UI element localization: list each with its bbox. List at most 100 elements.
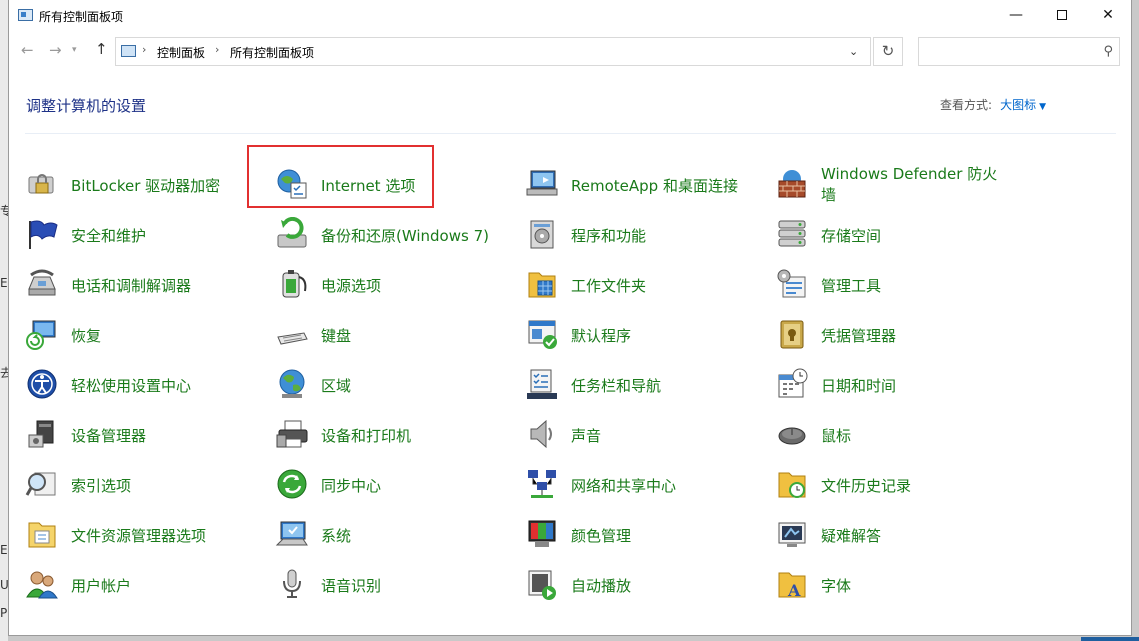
item-label: 凭据管理器: [821, 327, 897, 345]
item-region[interactable]: 区域: [275, 363, 520, 407]
item-backup-restore[interactable]: 备份和还原(Windows 7): [275, 213, 520, 257]
file-history-icon: [778, 472, 806, 498]
item-admin-tools[interactable]: 管理工具: [775, 263, 1020, 307]
indexing-icon: [25, 472, 56, 496]
credential-icon: [780, 320, 804, 349]
item-default-programs[interactable]: 默认程序: [525, 313, 770, 357]
item-sync-center[interactable]: 同步中心: [275, 463, 520, 507]
item-sound[interactable]: 声音: [525, 413, 770, 457]
item-system[interactable]: 系统: [275, 513, 520, 557]
forward-button[interactable]: →: [49, 41, 62, 59]
item-mouse[interactable]: 鼠标: [775, 413, 1020, 457]
item-color-management[interactable]: 颜色管理: [525, 513, 770, 557]
item-keyboard[interactable]: 键盘: [275, 313, 520, 357]
control-panel-window: 所有控制面板项 — ✕ ← → ▾ ↑ › 控制面板 › 所有控制面板项 ⌄ ↻…: [8, 0, 1132, 636]
backup-icon: [277, 217, 307, 248]
item-label: 声音: [571, 427, 602, 445]
item-user-accounts[interactable]: 用户帐户: [25, 563, 270, 607]
address-dropdown-button[interactable]: ⌄: [849, 45, 858, 58]
breadcrumb-separator[interactable]: ›: [142, 43, 146, 56]
speech-icon: [283, 569, 301, 598]
item-label: 自动播放: [571, 577, 632, 595]
background-fragment: E: [0, 543, 8, 557]
programs-icon: [530, 220, 554, 249]
item-label: 管理工具: [821, 277, 882, 295]
color-management-icon: [528, 520, 556, 547]
remoteapp-icon: [526, 170, 558, 196]
item-recovery[interactable]: 恢复: [25, 313, 270, 357]
explorer-options-icon: [28, 522, 56, 548]
title-bar[interactable]: 所有控制面板项 — ✕: [9, 0, 1131, 31]
item-label: 设备和打印机: [321, 427, 412, 445]
view-mode-selector[interactable]: 查看方式: 大图标 ▼: [940, 96, 1046, 113]
item-credential-manager[interactable]: 凭据管理器: [775, 313, 1020, 357]
item-date-time[interactable]: 日期和时间: [775, 363, 1020, 407]
item-autoplay[interactable]: 自动播放: [525, 563, 770, 607]
view-mode-value[interactable]: 大图标: [1000, 98, 1036, 112]
recovery-icon: [26, 320, 56, 350]
up-button[interactable]: ↑: [95, 40, 108, 58]
item-power-options[interactable]: 电源选项: [275, 263, 520, 307]
taskbar-fragment: [1081, 637, 1139, 641]
item-label: 恢复: [71, 327, 102, 345]
refresh-button[interactable]: ↻: [873, 37, 903, 66]
item-storage-spaces[interactable]: 存储空间: [775, 213, 1020, 257]
item-label: 存储空间: [821, 227, 882, 245]
item-file-history[interactable]: 文件历史记录: [775, 463, 1020, 507]
window-title: 所有控制面板项: [39, 10, 124, 24]
autoplay-icon: [528, 570, 556, 600]
item-troubleshooting[interactable]: 疑难解答: [775, 513, 1020, 557]
search-icon: ⚲: [1103, 44, 1113, 59]
back-button[interactable]: ←: [21, 41, 34, 59]
address-bar[interactable]: › 控制面板 › 所有控制面板项 ⌄: [115, 37, 871, 66]
item-remoteapp[interactable]: RemoteApp 和桌面连接: [525, 163, 770, 207]
date-time-icon: [778, 368, 808, 398]
item-ease-of-access[interactable]: 轻松使用设置中心: [25, 363, 270, 407]
background-fragment: E: [0, 276, 8, 290]
search-input[interactable]: ⚲: [918, 37, 1120, 66]
sound-icon: [530, 419, 552, 449]
recent-locations-button[interactable]: ▾: [72, 45, 77, 55]
item-device-manager[interactable]: 设备管理器: [25, 413, 270, 457]
item-speech-recognition[interactable]: 语音识别: [275, 563, 520, 607]
item-label: 颜色管理: [571, 527, 632, 545]
item-phone-modem[interactable]: 电话和调制解调器: [25, 263, 270, 307]
item-devices-printers[interactable]: 设备和打印机: [275, 413, 520, 457]
network-icon: [528, 470, 556, 498]
fonts-icon: A: [778, 572, 806, 600]
item-bitlocker[interactable]: BitLocker 驱动器加密: [25, 163, 270, 207]
firewall-icon: [778, 170, 806, 198]
item-label: 设备管理器: [71, 427, 147, 445]
bitlocker-icon: [28, 174, 54, 194]
close-button[interactable]: ✕: [1085, 0, 1131, 31]
item-label: Windows Defender 防火墙: [821, 165, 998, 204]
item-network-sharing[interactable]: 网络和共享中心: [525, 463, 770, 507]
header-divider: [25, 133, 1116, 134]
item-label: 用户帐户: [71, 577, 132, 595]
breadcrumb-separator[interactable]: ›: [215, 43, 219, 56]
item-programs-features[interactable]: 程序和功能: [525, 213, 770, 257]
item-explorer-options[interactable]: 文件资源管理器选项: [25, 513, 270, 557]
page-title: 调整计算机的设置: [26, 97, 147, 115]
item-indexing-options[interactable]: 索引选项: [25, 463, 270, 507]
item-label: 语音识别: [321, 577, 382, 595]
item-firewall[interactable]: Windows Defender 防火墙: [775, 163, 1020, 207]
item-taskbar-navigation[interactable]: 任务栏和导航: [525, 363, 770, 407]
item-label: 日期和时间: [821, 377, 897, 395]
breadcrumb-control-panel[interactable]: 控制面板: [157, 44, 205, 61]
chevron-down-icon[interactable]: ▼: [1039, 102, 1046, 112]
troubleshooting-icon: [778, 522, 806, 547]
item-label: 轻松使用设置中心: [71, 377, 192, 395]
item-security-maintenance[interactable]: 安全和维护: [25, 213, 270, 257]
item-fonts[interactable]: A 字体: [775, 563, 1020, 607]
item-label: 索引选项: [71, 477, 132, 495]
minimize-button[interactable]: —: [993, 0, 1039, 31]
item-label: 区域: [321, 377, 352, 395]
item-label: 疑难解答: [821, 527, 882, 545]
item-work-folders[interactable]: 工作文件夹: [525, 263, 770, 307]
default-programs-icon: [528, 320, 557, 349]
item-label: BitLocker 驱动器加密: [71, 177, 221, 195]
breadcrumb-all-items[interactable]: 所有控制面板项: [230, 44, 314, 61]
maximize-button[interactable]: [1039, 0, 1085, 31]
item-label: 同步中心: [321, 477, 382, 495]
